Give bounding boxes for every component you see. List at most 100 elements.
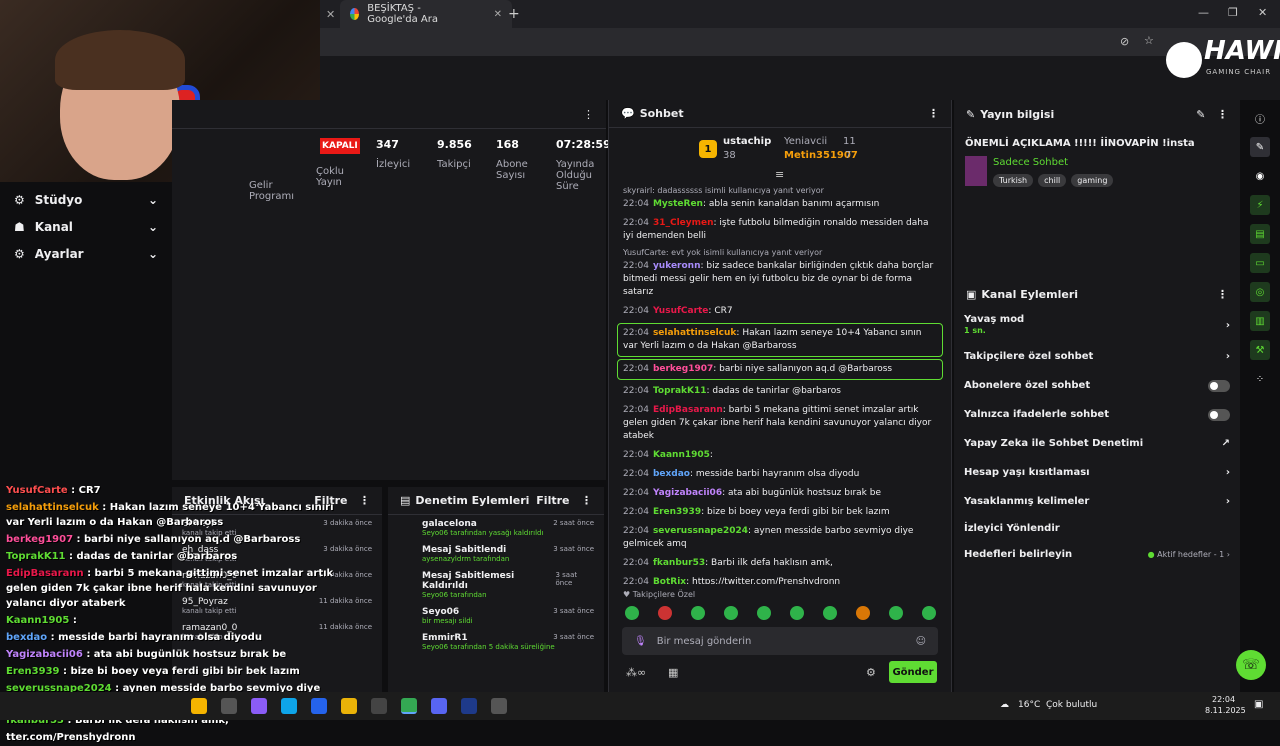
emote[interactable]	[823, 606, 837, 620]
edge-icon[interactable]	[281, 698, 297, 714]
folder-icon[interactable]	[341, 698, 357, 714]
chat-message[interactable]: 22:04 Eren3939: bize bi boey veya ferdi g…	[609, 503, 951, 522]
bookmark-star-icon[interactable]: ☆	[1144, 34, 1154, 47]
chat-message[interactable]: 22:04 bexdao: messide barbi hayranım olsa…	[609, 465, 951, 484]
subs-only-action[interactable]: Abonelere özel sohbet	[954, 371, 1240, 400]
wrench-icon[interactable]: ⚒	[1250, 340, 1270, 360]
chat-message[interactable]: 22:04 selahattinselcuk: Hakan lazım seney…	[617, 323, 943, 357]
raid-action[interactable]: İzleyici Yönlendir	[954, 516, 1240, 540]
message-username[interactable]: selahattinselcuk	[653, 328, 736, 338]
browser-tab[interactable]: BEŞİKTAŞ - Google'da Ara ✕	[340, 0, 512, 28]
chat-icon[interactable]: ▭	[1250, 253, 1270, 273]
more-options-icon[interactable]: ⋮	[1217, 288, 1228, 301]
subs-only-toggle[interactable]	[1208, 379, 1230, 392]
message-username[interactable]: ToprakK11	[653, 386, 707, 396]
chat-message[interactable]: 22:04 MysteRen: abla senin kanaldan banım…	[609, 195, 951, 214]
new-tab-icon[interactable]: +	[508, 6, 520, 22]
message-username[interactable]: EdipBasarann	[653, 405, 723, 415]
more-options-icon[interactable]: ⋮	[583, 108, 594, 121]
mod-filter-button[interactable]: Filtre	[536, 494, 569, 507]
tag[interactable]: gaming	[1071, 174, 1114, 187]
chat-message[interactable]: 22:04 Yagizabacii06: ata abi bugünlük hos…	[609, 484, 951, 503]
copilot-icon[interactable]	[191, 698, 207, 714]
clipboard-icon[interactable]: ▤	[1250, 224, 1270, 244]
notification-icon[interactable]: ▣	[1254, 699, 1263, 710]
message-username[interactable]: Kaann1905	[653, 450, 710, 460]
clock-time[interactable]: 22:04	[1212, 695, 1235, 704]
store-icon[interactable]	[311, 698, 327, 714]
close-window-icon[interactable]: ✕	[1258, 6, 1267, 19]
dots-icon[interactable]: ⁂∞	[626, 666, 646, 679]
category-link[interactable]: Sadece Sohbet	[993, 157, 1068, 168]
address-bar[interactable]: ⊘ ☆	[320, 28, 1280, 56]
more-options-icon[interactable]: ⋮	[581, 494, 592, 507]
message-username[interactable]: severussnape2024	[653, 526, 748, 536]
microphone-icon[interactable]: 🎙	[634, 636, 647, 647]
emote[interactable]	[724, 606, 738, 620]
emote[interactable]	[658, 606, 672, 620]
chrome-icon[interactable]	[401, 698, 417, 714]
chat-message[interactable]: 22:04 Kaann1905:	[609, 446, 951, 465]
more-options-icon[interactable]: ⋮	[928, 107, 939, 120]
message-username[interactable]: BotRix	[653, 577, 686, 584]
nav-studio[interactable]: ⚙ Stüdyo ⌄	[0, 186, 172, 213]
clock-date[interactable]: 8.11.2025	[1205, 706, 1246, 715]
emote[interactable]	[856, 606, 870, 620]
weather-temp[interactable]: 16°C	[1018, 700, 1040, 710]
emote[interactable]	[757, 606, 771, 620]
nav-settings[interactable]: ⚙ Ayarlar ⌄	[0, 240, 172, 267]
message-text[interactable]: https://twitter.com/Prenshydronn	[692, 577, 840, 584]
edit-icon[interactable]: ✎	[1196, 108, 1205, 121]
account-age-action[interactable]: Hesap yaşı kısıtlaması ›	[954, 458, 1240, 487]
steam-icon[interactable]	[461, 698, 477, 714]
chat-message[interactable]: 22:04 fkanbur53: Barbi ilk defa haklısın …	[609, 554, 951, 573]
info-icon[interactable]: ⓘ	[1250, 108, 1270, 128]
dots-icon[interactable]: ⁘	[1250, 369, 1270, 389]
task-view-icon[interactable]	[221, 698, 237, 714]
message-username[interactable]: Yagizabacii06	[653, 488, 722, 498]
xbox-icon[interactable]	[371, 698, 387, 714]
maximize-icon[interactable]: ❐	[1228, 6, 1238, 19]
chat-input[interactable]: 🎙 Bir mesaj gönderin ☺	[622, 627, 938, 655]
tag[interactable]: chill	[1038, 174, 1067, 187]
banned-words-action[interactable]: Yasaklanmış kelimeler ›	[954, 487, 1240, 516]
emote-only-action[interactable]: Yalnızca ifadelerle sohbet	[954, 400, 1240, 429]
message-username[interactable]: MysteRen	[653, 199, 703, 209]
goals-action[interactable]: Hedefleri belirleyin ● Aktif hedefler - 1…	[954, 540, 1240, 569]
message-username[interactable]: yukeronn	[653, 261, 701, 271]
app-icon[interactable]	[251, 698, 267, 714]
ai-moderation-action[interactable]: Yapay Zeka ile Sohbet Denetimi ↗	[954, 429, 1240, 458]
message-username[interactable]: fkanbur53	[653, 558, 705, 568]
weather-desc[interactable]: Çok bulutlu	[1046, 700, 1097, 710]
close-tab-icon[interactable]: ✕	[494, 9, 502, 20]
emote[interactable]	[691, 606, 705, 620]
followers-only-action[interactable]: Takipçilere özel sohbet ›	[954, 342, 1240, 371]
chat-message[interactable]: 22:04 BotRix: https://twitter.com/Prenshy…	[609, 573, 951, 584]
chat-message[interactable]: 22:04 severussnape2024: aynen messide bar…	[609, 522, 951, 554]
camera-icon[interactable]: ◉	[1250, 166, 1270, 186]
more-options-icon[interactable]: ⋮	[1217, 108, 1228, 121]
eye-off-icon[interactable]: ⊘	[1120, 35, 1129, 48]
nav-channel[interactable]: ☗ Kanal ⌄	[0, 213, 172, 240]
emote[interactable]	[625, 606, 639, 620]
more-options-icon[interactable]: ⋮	[359, 494, 370, 507]
support-chat-button[interactable]: ☏	[1236, 650, 1266, 680]
chat-message[interactable]: 22:04 ToprakK11: dadas de tanirlar @barba…	[609, 382, 951, 401]
emote[interactable]	[889, 606, 903, 620]
emote[interactable]	[922, 606, 936, 620]
pencil-icon[interactable]: ✎	[1250, 137, 1270, 157]
chat-message[interactable]: 22:04 berkeg1907: barbi niye sallanıyon a…	[617, 359, 943, 380]
message-username[interactable]: Eren3939	[653, 507, 701, 517]
message-username[interactable]: 31_Cleymen	[653, 218, 714, 228]
chat-message[interactable]: 22:04 YusufCarte: CR7	[609, 302, 951, 321]
send-button[interactable]: Gönder	[889, 661, 937, 683]
store-icon[interactable]: ▦	[668, 666, 678, 679]
filter-icon[interactable]: ≡	[775, 168, 784, 181]
chat-message[interactable]: 22:04 yukeronn: biz sadece bankalar birli…	[609, 257, 951, 302]
message-username[interactable]: YusufCarte	[653, 306, 708, 316]
slow-mode-action[interactable]: Yavaş mod 1 sn. ›	[954, 308, 1240, 342]
close-tab-icon[interactable]: ✕	[326, 8, 335, 21]
emote-only-toggle[interactable]	[1208, 408, 1230, 421]
emoji-icon[interactable]: ☺	[916, 636, 926, 647]
minimize-icon[interactable]: —	[1198, 6, 1209, 19]
